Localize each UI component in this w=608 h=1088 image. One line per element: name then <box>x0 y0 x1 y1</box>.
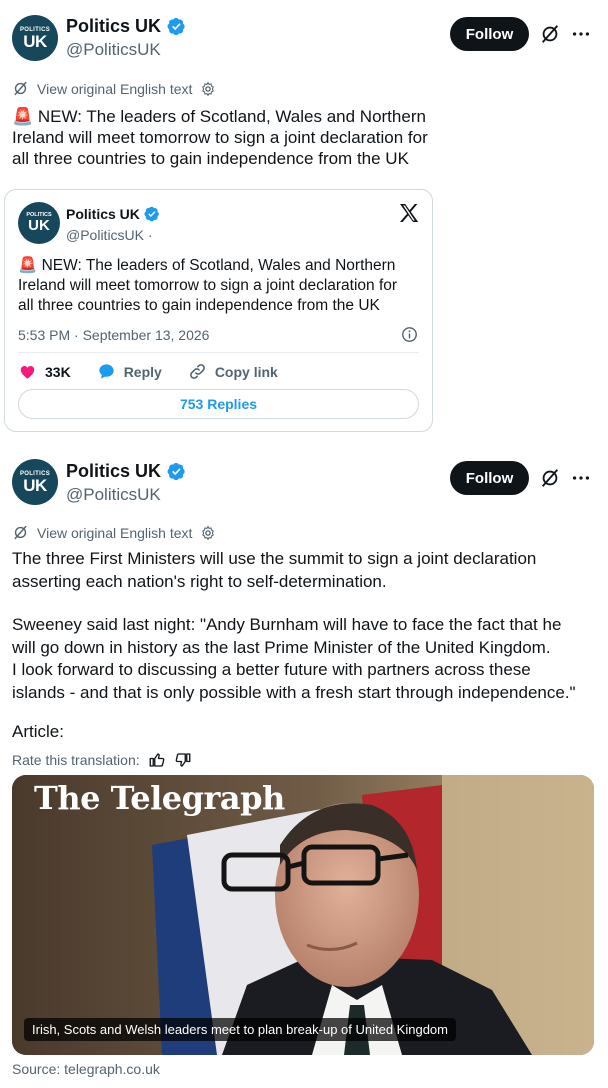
quote-handle[interactable]: @PoliticsUK · <box>66 227 153 243</box>
reply-label: Reply <box>123 363 162 380</box>
post-text-line: 🚨 NEW: The leaders of Scotland, Wales an… <box>12 107 426 126</box>
grok-icon[interactable] <box>539 23 561 45</box>
view-original-link[interactable]: View original English text <box>37 525 192 541</box>
post-text: The three First Ministers will use the s… <box>12 548 596 744</box>
handle[interactable]: @PoliticsUK <box>66 40 161 60</box>
more-options-icon[interactable] <box>570 23 592 45</box>
quote-actions: 33K Reply Copy link <box>18 362 304 381</box>
post-text-line: Ireland will meet tomorrow to sign a joi… <box>12 128 428 147</box>
name-row: Politics UK <box>66 461 186 482</box>
settings-gear-icon[interactable] <box>200 525 216 541</box>
quote-text-line: Ireland will meet tomorrow to sign a joi… <box>18 277 398 294</box>
translate-row[interactable]: View original English text <box>12 80 216 97</box>
avatar-main-text: UK <box>28 217 50 235</box>
quote-text-line: 🚨 NEW: The leaders of Scotland, Wales an… <box>18 257 396 274</box>
more-options-icon[interactable] <box>570 467 592 489</box>
avatar-top-text: POLITICS <box>19 470 51 477</box>
avatar-main-text: UK <box>23 475 47 495</box>
follow-button[interactable]: Follow <box>450 461 529 495</box>
handle[interactable]: @PoliticsUK <box>66 485 161 505</box>
link-icon <box>189 364 205 379</box>
post-text: 🚨 NEW: The leaders of Scotland, Wales an… <box>12 106 572 169</box>
follow-button[interactable]: Follow <box>450 17 529 51</box>
rate-translation-row: Rate this translation: <box>12 751 192 769</box>
post-text-line: Sweeney said last night: "Andy Burnham w… <box>12 615 562 634</box>
divider <box>18 352 419 353</box>
copy-link-label: Copy link <box>214 363 278 380</box>
article-label: Article: <box>12 722 64 741</box>
avatar-main-text: UK <box>23 31 47 51</box>
view-original-link[interactable]: View original English text <box>37 81 192 97</box>
post-text-line: all three countries to gain independence… <box>12 149 409 168</box>
settings-gear-icon[interactable] <box>200 81 216 97</box>
info-icon[interactable] <box>401 326 418 343</box>
quote-text-line: all three countries to gain independence… <box>18 297 380 314</box>
article-link-card[interactable]: The Telegraph Irish, Scots and Welsh lea… <box>12 775 594 1055</box>
article-photo <box>12 775 594 1055</box>
display-name[interactable]: Politics UK <box>66 461 161 482</box>
replies-button[interactable]: 753 Replies <box>18 389 419 419</box>
post-1: POLITICS UK Politics UK @PoliticsUK Foll… <box>0 0 608 180</box>
article-caption[interactable]: Irish, Scots and Welsh leaders meet to p… <box>24 1018 456 1041</box>
grok-icon[interactable] <box>539 467 561 489</box>
embedded-post-card[interactable]: POLITICS UK Politics UK @PoliticsUK · 🚨 … <box>4 189 433 432</box>
name-row: Politics UK <box>66 16 186 37</box>
display-name[interactable]: Politics UK <box>66 16 161 37</box>
x-logo-icon[interactable] <box>397 201 421 225</box>
quote-avatar[interactable]: POLITICS UK <box>18 202 60 244</box>
translate-row[interactable]: View original English text <box>12 524 216 541</box>
quote-display-name[interactable]: Politics UK <box>66 206 140 222</box>
rate-translation-label: Rate this translation: <box>12 752 140 768</box>
thumbs-up-icon[interactable] <box>148 751 166 769</box>
post-text-line: will go down in history as the last Prim… <box>12 637 551 657</box>
verified-badge-icon <box>144 206 159 222</box>
like-count: 33K <box>45 363 71 380</box>
verified-badge-icon <box>167 462 185 481</box>
heart-icon <box>20 365 35 379</box>
post-text-line: The three First Ministers will use the s… <box>12 549 537 568</box>
avatar[interactable]: POLITICS UK <box>12 15 58 61</box>
article-source[interactable]: Source: telegraph.co.uk <box>12 1061 160 1077</box>
like-action[interactable]: 33K <box>18 362 71 381</box>
copy-link-action[interactable]: Copy link <box>188 362 278 381</box>
grok-translate-icon <box>14 525 27 540</box>
verified-badge-icon <box>167 17 185 36</box>
quote-text: 🚨 NEW: The leaders of Scotland, Wales an… <box>18 256 422 316</box>
reply-action[interactable]: Reply <box>97 362 162 381</box>
telegraph-masthead: The Telegraph <box>34 779 285 817</box>
quote-name-row: Politics UK <box>66 206 160 222</box>
grok-translate-icon <box>14 81 27 96</box>
avatar[interactable]: POLITICS UK <box>12 459 58 505</box>
post-text-line: islands - and that is only possible with… <box>12 682 576 702</box>
post-text-line: I look forward to discussing a better fu… <box>12 660 531 679</box>
quote-timestamp[interactable]: 5:53 PM · September 13, 2026 <box>18 327 209 343</box>
thumbs-down-icon[interactable] <box>174 751 192 769</box>
reply-bubble-icon <box>99 364 114 379</box>
post-text-line: asserting each nation's right to self-de… <box>12 571 387 591</box>
